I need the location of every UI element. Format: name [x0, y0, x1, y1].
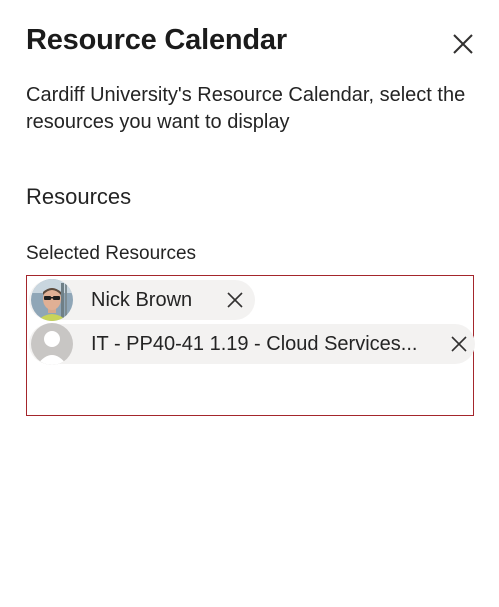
resource-pill-label: IT - PP40-41 1.19 - Cloud Services... — [91, 333, 418, 355]
resource-picker[interactable]: Nick Brown IT - PP40-41 1.19 - Cloud Ser… — [26, 275, 475, 416]
avatar — [31, 279, 73, 321]
default-person-icon — [31, 323, 73, 365]
page-title: Resource Calendar — [26, 24, 287, 56]
picker-label: Selected Resources — [26, 243, 197, 264]
resource-pill: Nick Brown — [29, 279, 255, 321]
section-heading: Resources — [26, 184, 132, 209]
close-icon[interactable] — [452, 33, 474, 55]
panel-description: Cardiff University's Resource Calendar, … — [26, 84, 466, 133]
remove-resource-icon[interactable] — [451, 336, 467, 352]
resource-pill-label: Nick Brown — [91, 289, 193, 311]
resource-pill: IT - PP40-41 1.19 - Cloud Services... — [29, 323, 475, 365]
remove-resource-icon[interactable] — [227, 292, 243, 308]
